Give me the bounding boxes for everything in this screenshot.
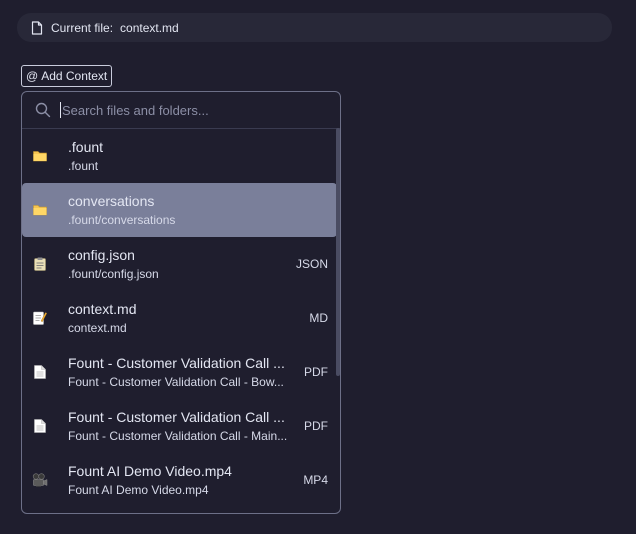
- list-item[interactable]: conversations .fount/conversations: [22, 183, 337, 237]
- item-type-badge: JSON: [295, 257, 328, 271]
- item-title: Fount - Customer Validation Call ...: [68, 408, 285, 425]
- film-projector-icon: [32, 472, 48, 488]
- document-icon: [32, 418, 48, 434]
- item-title: Fount AI Demo Video.mp4: [68, 462, 232, 479]
- current-file-name: context.md: [120, 20, 179, 35]
- item-title: context.md: [68, 300, 137, 317]
- list-item[interactable]: Fount - Customer Validation Call ... Foun…: [22, 399, 337, 453]
- item-texts: Fount - Customer Validation Call ... Foun…: [68, 409, 290, 444]
- item-type-badge: MD: [309, 311, 328, 325]
- folder-icon: [32, 148, 48, 164]
- add-context-label: Add Context: [41, 69, 108, 83]
- item-path: .fount/conversations: [68, 212, 176, 227]
- text-caret: [60, 102, 61, 118]
- file-picker-dropdown: .fount .fount conversations .fount/conversa…: [21, 91, 341, 514]
- at-symbol: @: [26, 69, 39, 83]
- list-item[interactable]: config.json .fount/config.json JSON: [22, 237, 337, 291]
- item-title: config.json: [68, 246, 135, 263]
- item-path: Fount - Customer Validation Call - Bow..…: [68, 374, 284, 389]
- search-input[interactable]: [62, 102, 322, 118]
- item-texts: context.md context.md: [68, 301, 290, 336]
- item-title: conversations: [68, 192, 155, 209]
- item-texts: Fount - Customer Validation Call ... Foun…: [68, 355, 290, 390]
- list-item[interactable]: Fount - Customer Validation Call ... Foun…: [22, 345, 337, 399]
- item-texts: .fount .fount: [68, 139, 290, 174]
- item-texts: Fount AI Demo Video.mp4 Fount AI Demo Vid…: [68, 463, 290, 498]
- item-texts: conversations .fount/conversations: [68, 193, 290, 228]
- item-type-badge: MP4: [303, 473, 328, 487]
- current-file-label: Current file:: [51, 20, 114, 35]
- document-icon: [32, 364, 48, 380]
- current-file-bar: Current file: context.md: [17, 13, 612, 42]
- item-path: Fount AI Demo Video.mp4: [68, 482, 209, 497]
- item-type-badge: PDF: [304, 419, 328, 433]
- item-path: Fount - Customer Validation Call - Main.…: [68, 428, 288, 443]
- item-texts: config.json .fount/config.json: [68, 247, 290, 282]
- file-icon: [31, 20, 43, 35]
- item-title: Fount - Customer Validation Call ...: [68, 354, 285, 371]
- memo-icon: [32, 310, 48, 326]
- scrollbar[interactable]: [336, 128, 340, 376]
- search-row: [22, 92, 340, 129]
- item-path: .fount: [68, 158, 99, 173]
- list-item[interactable]: context.md context.md MD: [22, 291, 337, 345]
- list-item[interactable]: Fount AI Demo Video.mp4 Fount AI Demo Vid…: [22, 453, 337, 507]
- clipboard-icon: [32, 256, 48, 272]
- search-icon: [35, 102, 51, 118]
- folder-icon: [32, 202, 48, 218]
- item-type-badge: PDF: [304, 365, 328, 379]
- item-path: .fount/config.json: [68, 266, 159, 281]
- item-title: .fount: [68, 138, 104, 155]
- add-context-button[interactable]: @ Add Context: [21, 65, 113, 87]
- list-item[interactable]: .fount .fount: [22, 129, 337, 183]
- item-path: context.md: [68, 320, 127, 335]
